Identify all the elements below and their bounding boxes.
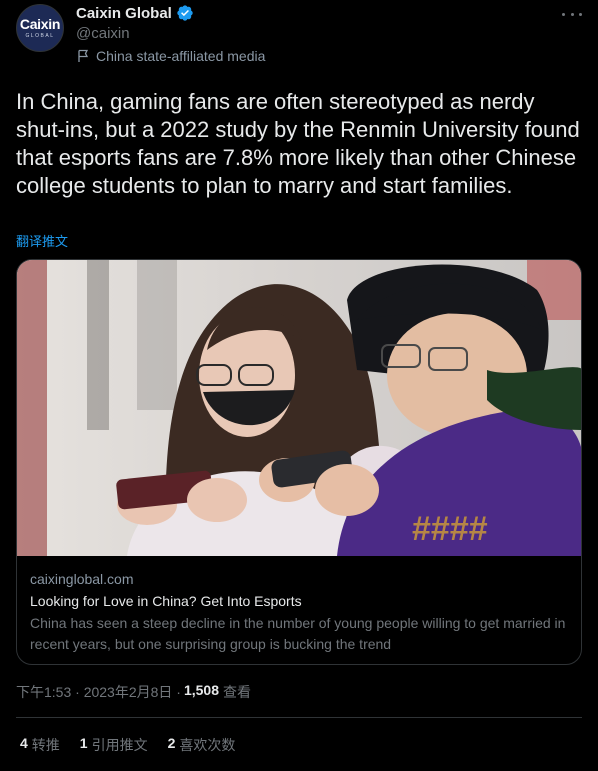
card-meta: caixinglobal.com Looking for Love in Chi… [30, 569, 570, 655]
tweet-text: In China, gaming fans are often stereoty… [16, 89, 580, 198]
quotes-label: 引用推文 [91, 737, 148, 753]
card-domain: caixinglobal.com [30, 571, 134, 587]
retweets-count: 4 [20, 735, 28, 751]
views-count: 1,508 [183, 682, 220, 698]
verified-badge-icon [177, 5, 193, 21]
link-card[interactable]: #### caixinglobal.com Looking for Love i… [16, 259, 582, 665]
card-title: Looking for Love in China? Get Into Espo… [30, 593, 302, 609]
tweet-header: Caixin GLOBAL Caixin Global @caixin Chin… [16, 0, 582, 72]
likes-label: 喜欢次数 [179, 737, 236, 753]
retweets-label: 转推 [31, 737, 60, 753]
divider [16, 717, 582, 718]
avatar-logo-text: Caixin [19, 16, 61, 32]
author-display-name[interactable]: Caixin Global [76, 5, 172, 22]
card-image: #### [17, 260, 581, 556]
more-options-icon[interactable] [562, 4, 582, 24]
author-handle[interactable]: @caixin [76, 25, 130, 42]
engagement-stats: 4 转推 1 引用推文 2 喜欢次数 [20, 735, 255, 755]
author-name-row: Caixin Global [76, 4, 194, 22]
avatar-logo-subtext: GLOBAL [25, 33, 55, 39]
quotes-count: 1 [79, 735, 88, 751]
flag-icon [78, 49, 89, 62]
affiliation-text: China state-affiliated media [96, 48, 266, 64]
tweet-timestamp: 下午1:53 · 2023年2月8日 · 1,508 查看 [16, 682, 251, 702]
tweet-time[interactable]: 下午1:53 · 2023年2月8日 · [16, 682, 181, 702]
translate-tweet-link[interactable]: 翻译推文 [16, 231, 68, 250]
avatar[interactable]: Caixin GLOBAL [16, 4, 64, 52]
views-label: 查看 [223, 684, 252, 700]
state-affiliation-label[interactable]: China state-affiliated media [76, 48, 265, 64]
svg-text:####: #### [412, 510, 488, 548]
likes-stat[interactable]: 2 喜欢次数 [168, 735, 236, 755]
retweets-stat[interactable]: 4 转推 [20, 735, 60, 755]
likes-count: 2 [167, 735, 176, 751]
card-description: China has seen a steep decline in the nu… [30, 615, 566, 652]
quotes-stat[interactable]: 1 引用推文 [80, 735, 148, 755]
